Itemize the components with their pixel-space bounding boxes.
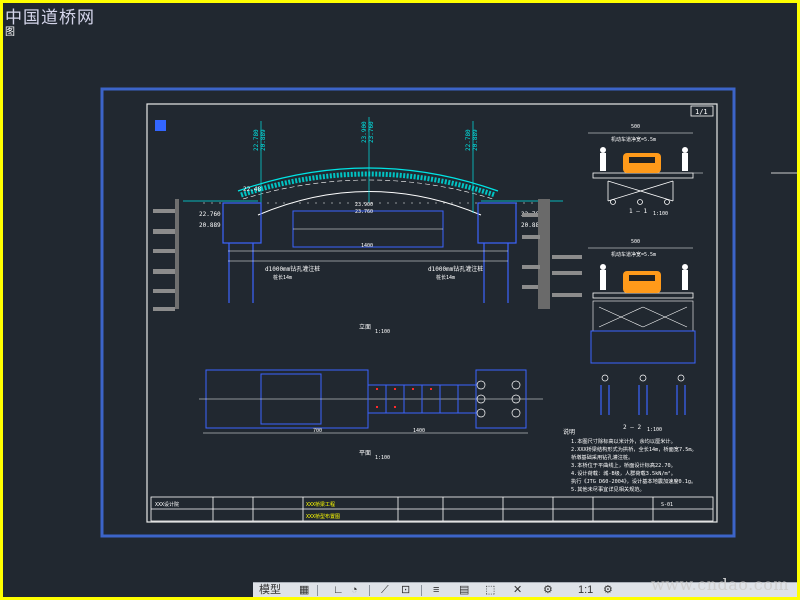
svg-text:20.889: 20.889 [472,129,479,151]
gear-icon[interactable]: ⚙ [603,584,613,597]
section-2-2: 500 机动车道净宽=5.5m 2 — 2 1:100 [588,239,696,433]
workspace-icon[interactable]: ⚙ [543,584,553,597]
section-1-1: 500 机动车道净宽=5.5m 1 — 1 1:100 [588,124,703,217]
right-abutment [477,202,517,244]
svg-text:1:100: 1:100 [375,455,390,461]
svg-text:1400: 1400 [361,243,373,249]
corner-char: 图 [5,27,15,38]
svg-text:23.900: 23.900 [361,121,368,143]
title-block [150,496,714,522]
pile-note-right-2: 桩长14m [436,274,455,281]
cad-application-window: 1/1 22.780 20.889 23.900 23.760 22.780 2… [3,3,797,597]
arch-top-curve [237,167,499,192]
svg-text:20.889: 20.889 [199,222,221,229]
svg-text:23.900: 23.900 [355,202,373,208]
car-icon [623,271,661,293]
left-soil-profile [153,199,179,311]
annotation-icon[interactable]: ✕ [513,584,522,597]
svg-text:500: 500 [631,239,640,245]
pedestrian-icon [682,147,688,171]
scale-value[interactable]: 1:1 [578,584,593,597]
svg-text:机动车道净宽=5.5m: 机动车道净宽=5.5m [611,251,656,258]
svg-text:4.设计荷载：城-B级，人群荷载3.5kN/m²。: 4.设计荷载：城-B级，人群荷载3.5kN/m²。 [571,469,676,477]
title-company: XXX设计院 [155,501,179,508]
elevation-title: 立面 [359,323,371,331]
pedestrian-icon [600,264,606,290]
svg-text:1:100: 1:100 [647,427,662,433]
svg-text:桥墩基础采用钻孔灌注桩。: 桥墩基础采用钻孔灌注桩。 [571,453,633,461]
left-abutment [222,202,262,244]
svg-text:22.780: 22.780 [253,129,260,151]
osnap-icon[interactable]: ⊡ [401,584,410,597]
svg-text:20.889: 20.889 [260,129,267,151]
svg-text:说明: 说明 [563,428,575,436]
model-tab[interactable]: 模型 [259,584,281,597]
title-sheet: S-01 [661,502,673,508]
ortho-icon[interactable]: ◔ [351,584,358,597]
polar-icon[interactable]: ⟋ [381,584,389,597]
svg-text:机动车道净宽=5.5m: 机动车道净宽=5.5m [611,136,656,143]
svg-text:1400: 1400 [413,428,425,434]
snap-icon[interactable]: ∟ [333,584,344,597]
svg-text:22.48: 22.48 [243,186,261,193]
svg-text:1:100: 1:100 [653,211,668,217]
svg-text:1.本图尺寸除标高以米计外，余均以厘米计。: 1.本图尺寸除标高以米计外，余均以厘米计。 [571,437,676,445]
pile-note-right: d1000mm钻孔灌注桩 [428,265,483,273]
left-piles [228,243,254,303]
svg-text:23.760: 23.760 [368,121,375,143]
right-piles [483,243,509,303]
pedestrian-icon [600,147,606,171]
sheet-mark [155,120,166,131]
svg-text:22.760: 22.760 [199,211,221,218]
elevation-view: 22.780 20.889 23.900 23.760 22.780 20.88… [153,117,582,335]
pile-note-left: d1000mm钻孔灌注桩 [265,265,320,273]
svg-text:3.本桥位于平曲线上，桥面设计标高22.70。: 3.本桥位于平曲线上，桥面设计标高22.70。 [571,461,676,469]
svg-text:5.其他未尽事宜详见相关规范。: 5.其他未尽事宜详见相关规范。 [571,485,645,493]
svg-text:700: 700 [313,428,322,434]
pedestrian-icon [682,264,688,290]
watermark-logo-text: 中国道桥网 [5,8,95,28]
svg-text:22.780: 22.780 [465,129,472,151]
watermark-url: www.cndao.com [650,575,789,594]
title-drawing: XXX桥型布置图 [306,513,340,520]
svg-text:23.760: 23.760 [355,209,373,215]
svg-text:500: 500 [631,124,640,130]
cad-drawing-canvas[interactable]: 1/1 22.780 20.889 23.900 23.760 22.780 2… [3,3,797,597]
notes-block: 说明 1.本图尺寸除标高以米计外，余均以厘米计。 2.XXX桥梁结构形式为拱桥，… [563,428,697,493]
grid-icon[interactable]: ▦ [299,584,309,597]
section-1-title: 1 — 1 [629,208,647,215]
selection-icon[interactable]: ⬚ [485,584,495,597]
plan-title: 平面 [359,450,371,457]
svg-text:2.XXX桥梁结构形式为拱桥，全长14m，桥面宽7.5m。: 2.XXX桥梁结构形式为拱桥，全长14m，桥面宽7.5m。 [571,445,697,453]
lineweight-icon[interactable]: ≡ [433,584,439,597]
svg-text:执行《JTG D60-2004》，设计基本地震加速度0.1g: 执行《JTG D60-2004》，设计基本地震加速度0.1g。 [571,477,696,485]
transparency-icon[interactable]: ▤ [459,584,469,597]
right-soil-profile [522,199,582,309]
plan-view: 700 1400 平面 1:100 [199,369,543,461]
section-2-title: 2 — 2 [623,424,641,431]
svg-text:1:100: 1:100 [375,329,390,335]
pile-note-left-2: 桩长14m [273,274,292,281]
page-number: 1/1 [695,108,708,116]
title-project: XXX桥梁工程 [306,501,335,508]
